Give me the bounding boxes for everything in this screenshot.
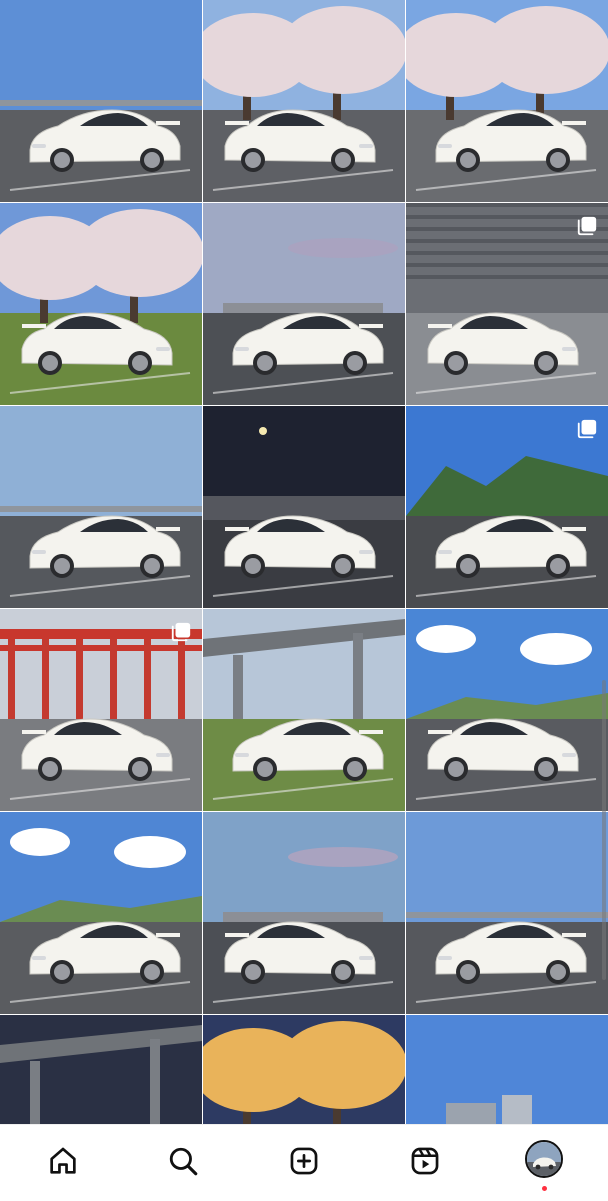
post-thumbnail[interactable] <box>203 203 405 405</box>
multiple-photos-icon <box>171 622 191 642</box>
post-photo <box>203 1015 405 1124</box>
post-thumbnail[interactable] <box>406 406 608 608</box>
post-thumbnail[interactable] <box>406 203 608 405</box>
post-thumbnail[interactable] <box>406 0 608 202</box>
post-thumbnail[interactable] <box>406 812 608 1014</box>
post-photo <box>406 609 608 811</box>
home-icon <box>50 1147 76 1174</box>
post-photo <box>406 1015 608 1124</box>
post-photo <box>0 812 202 1014</box>
post-thumbnail[interactable] <box>0 609 202 811</box>
post-thumbnail[interactable] <box>203 406 405 608</box>
multiple-photos-icon <box>577 216 597 236</box>
multiple-photos-icon <box>577 419 597 439</box>
post-thumbnail[interactable] <box>203 1015 405 1124</box>
profile-avatar <box>525 1140 563 1178</box>
profile-posts-grid <box>0 0 608 1124</box>
post-photo <box>203 812 405 1014</box>
nav-search-button[interactable] <box>163 1141 203 1181</box>
post-photo <box>203 0 405 202</box>
post-thumbnail[interactable] <box>0 203 202 405</box>
post-photo <box>0 1015 202 1124</box>
bottom-navigation-bar <box>0 1124 608 1201</box>
post-thumbnail[interactable] <box>406 1015 608 1124</box>
post-thumbnail[interactable] <box>0 406 202 608</box>
post-thumbnail[interactable] <box>0 812 202 1014</box>
nav-home-button[interactable] <box>43 1141 83 1181</box>
post-photo <box>203 406 405 608</box>
post-thumbnail[interactable] <box>203 609 405 811</box>
post-photo <box>203 203 405 405</box>
post-photo <box>406 0 608 202</box>
create-post-icon <box>290 1147 318 1175</box>
nav-profile-button[interactable] <box>525 1140 565 1191</box>
post-thumbnail[interactable] <box>406 609 608 811</box>
search-icon <box>169 1147 198 1176</box>
post-thumbnail[interactable] <box>0 0 202 202</box>
post-photo <box>0 203 202 405</box>
scrollbar-thumb[interactable] <box>602 680 606 980</box>
post-thumbnail[interactable] <box>0 1015 202 1124</box>
post-photo <box>0 0 202 202</box>
notification-dot <box>542 1186 547 1191</box>
nav-reels-button[interactable] <box>405 1141 445 1181</box>
post-thumbnail[interactable] <box>203 0 405 202</box>
post-thumbnail[interactable] <box>203 812 405 1014</box>
post-photo <box>203 609 405 811</box>
nav-create-button[interactable] <box>284 1141 324 1181</box>
post-photo <box>406 812 608 1014</box>
post-photo <box>0 406 202 608</box>
reels-icon <box>411 1147 439 1175</box>
